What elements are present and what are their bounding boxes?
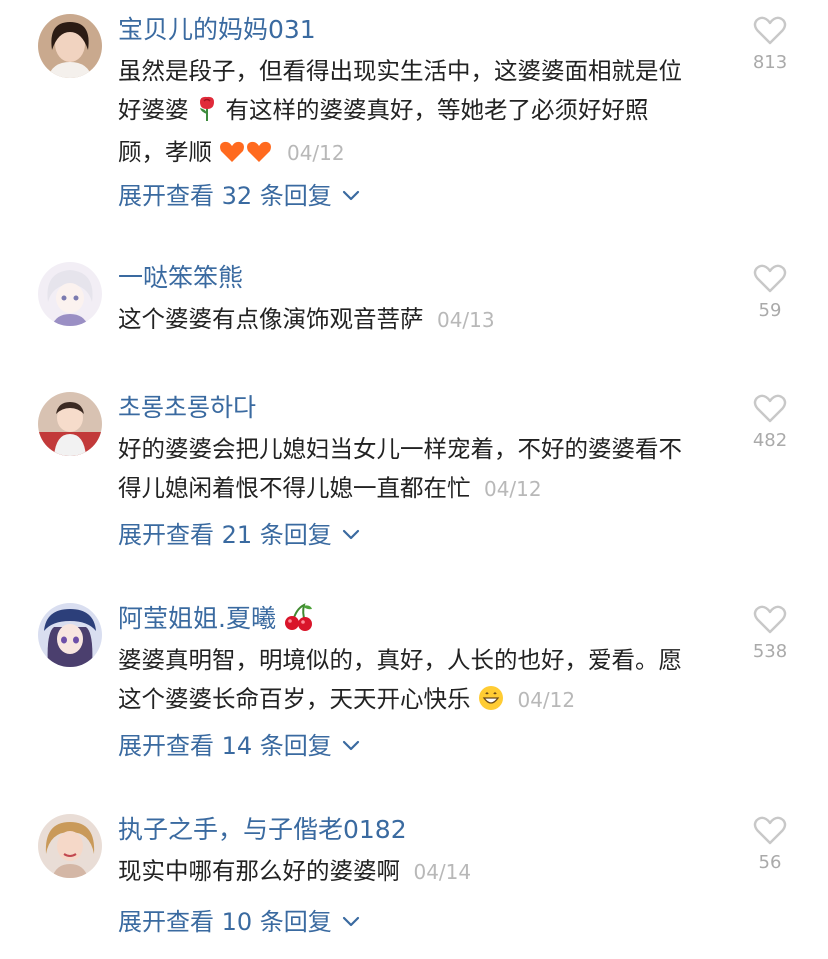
like-button[interactable]: 59 xyxy=(746,264,794,322)
expand-replies-button[interactable]: 展开查看 32 条回复 xyxy=(118,180,360,212)
comment-text: 好的婆婆会把儿媳妇当女儿一样宠着，不好的婆婆看不 得儿媳闲着恨不得儿媳一直都在忙… xyxy=(118,430,718,508)
comment-line: 得儿媳闲着恨不得儿媳一直都在忙 xyxy=(118,473,471,502)
avatar[interactable] xyxy=(38,262,102,326)
expand-replies-button[interactable]: 展开查看 21 条回复 xyxy=(118,519,360,551)
expand-replies-label: 展开查看 32 条回复 xyxy=(118,182,332,210)
like-count: 56 xyxy=(758,852,782,873)
avatar[interactable] xyxy=(38,603,102,667)
expand-replies-button[interactable]: 展开查看 10 条回复 xyxy=(118,906,360,938)
heart-outline-icon xyxy=(753,816,787,845)
expand-replies-label: 展开查看 14 条回复 xyxy=(118,732,332,760)
rose-emoji xyxy=(196,95,218,134)
comment-date: 04/12 xyxy=(286,141,345,165)
username[interactable]: 宝贝儿的妈妈031 xyxy=(118,14,316,46)
expand-replies-button[interactable]: 展开查看 14 条回复 xyxy=(118,730,360,762)
grinning-face-emoji xyxy=(478,684,504,723)
heart-outline-icon xyxy=(753,264,787,293)
username[interactable]: 执子之手，与子偕老0182 xyxy=(118,814,407,846)
comment-line: 顾，孝顺 xyxy=(118,138,212,166)
comment-text: 婆婆真明智，明境似的，真好，人长的也好，爱看。愿 这个婆婆长命百岁，天天开心快乐… xyxy=(118,641,718,722)
like-count: 813 xyxy=(752,52,788,73)
comment-line: 虽然是段子，但看得出现实生活中，这婆婆面相就是位 xyxy=(118,57,682,85)
expand-replies-label: 展开查看 10 条回复 xyxy=(118,908,332,936)
expand-replies-label: 展开查看 21 条回复 xyxy=(118,521,332,549)
like-count: 538 xyxy=(752,641,788,662)
chevron-down-icon xyxy=(342,529,359,540)
comment-line: 这个婆婆有点像演饰观音菩萨 xyxy=(118,305,424,333)
comment-text: 现实中哪有那么好的婆婆啊 04/14 xyxy=(118,852,718,892)
comment-line: 这个婆婆长命百岁，天天开心快乐 xyxy=(118,684,471,713)
comment-text: 这个婆婆有点像演饰观音菩萨 04/13 xyxy=(118,300,718,340)
username[interactable]: 초롱초롱하다 xyxy=(118,392,256,424)
username[interactable]: 一哒笨笨熊 xyxy=(118,262,243,294)
heart-outline-icon xyxy=(753,16,787,45)
chevron-down-icon xyxy=(342,916,359,927)
comment-date: 04/13 xyxy=(436,308,495,332)
like-button[interactable]: 482 xyxy=(746,394,794,452)
username[interactable]: 阿莹姐姐.夏曦 xyxy=(118,603,314,639)
avatar[interactable] xyxy=(38,14,102,78)
like-button[interactable]: 538 xyxy=(746,605,794,663)
like-button[interactable]: 56 xyxy=(746,816,794,874)
cherries-emoji xyxy=(284,603,314,639)
like-button[interactable]: 813 xyxy=(746,16,794,74)
comment-line: 婆婆真明智，明境似的，真好，人长的也好，爱看。愿 xyxy=(118,646,682,674)
like-count: 482 xyxy=(752,430,788,451)
comment-line: 好婆婆 xyxy=(118,95,189,124)
comment-line: 好的婆婆会把儿媳妇当女儿一样宠着，不好的婆婆看不 xyxy=(118,435,682,463)
chevron-down-icon xyxy=(342,190,359,201)
username-text: 阿莹姐姐.夏曦 xyxy=(118,604,276,633)
like-count: 59 xyxy=(758,300,782,321)
chevron-down-icon xyxy=(342,740,359,751)
comment-line: 有这样的婆婆真好，等她老了必须好好照 xyxy=(225,95,649,124)
comment-date: 04/12 xyxy=(483,476,542,501)
avatar[interactable] xyxy=(38,814,102,878)
comment-date: 04/14 xyxy=(413,860,472,884)
comment-date: 04/12 xyxy=(517,687,576,712)
comment-text: 虽然是段子，但看得出现实生活中，这婆婆面相就是位 好婆婆 有这样的婆婆真好，等她… xyxy=(118,52,718,176)
heart-outline-icon xyxy=(753,605,787,634)
orange-heart-emoji xyxy=(219,137,273,176)
heart-outline-icon xyxy=(753,394,787,423)
comment-line: 现实中哪有那么好的婆婆啊 xyxy=(118,857,400,885)
avatar[interactable] xyxy=(38,392,102,456)
